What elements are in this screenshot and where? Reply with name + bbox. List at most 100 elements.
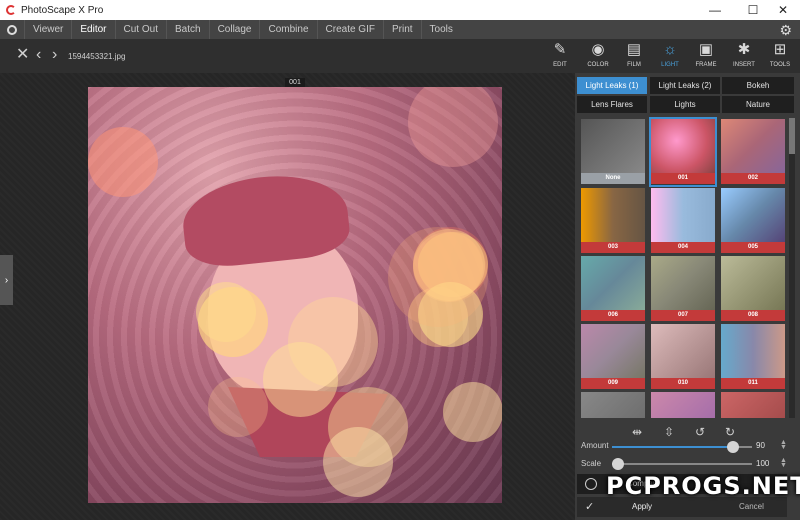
bokeh-light bbox=[208, 377, 268, 437]
light-icon: ☼ bbox=[663, 41, 677, 58]
apply-button[interactable]: Apply bbox=[632, 502, 652, 511]
menu-batch[interactable]: Batch bbox=[165, 20, 209, 39]
effect-thumb-007[interactable]: 007 bbox=[651, 256, 715, 322]
insert-icon: ✱ bbox=[737, 41, 751, 58]
thumbs-scrollbar[interactable] bbox=[789, 118, 795, 418]
tool-light[interactable]: ☼ LIGHT bbox=[652, 41, 688, 71]
menu-viewer[interactable]: Viewer bbox=[24, 20, 71, 39]
apply-bar: ✓ Apply Cancel bbox=[577, 497, 787, 517]
tool-insert[interactable]: ✱ INSERT bbox=[726, 41, 762, 71]
bokeh-light bbox=[263, 342, 338, 417]
thumb-label: 003 bbox=[581, 242, 645, 253]
bokeh-light bbox=[443, 382, 502, 442]
thumb-label: 005 bbox=[721, 242, 785, 253]
tool-edit-label: EDIT bbox=[553, 62, 567, 68]
menu-create-gif[interactable]: Create GIF bbox=[316, 20, 383, 39]
scale-stepper[interactable]: ▲ ▼ bbox=[780, 457, 787, 469]
photo-preview[interactable] bbox=[88, 87, 502, 503]
thumb-label: 001 bbox=[651, 173, 715, 184]
edit-icon: ✎ bbox=[553, 41, 567, 58]
minimize-button[interactable]: — bbox=[698, 0, 732, 20]
effect-thumb-002[interactable]: 002 bbox=[721, 119, 785, 185]
bokeh-light bbox=[88, 127, 158, 197]
scrollbar-thumb[interactable] bbox=[789, 118, 795, 154]
tab-lights[interactable]: Lights bbox=[650, 96, 720, 113]
close-image-icon[interactable]: ✕ bbox=[16, 47, 29, 63]
menu-print[interactable]: Print bbox=[382, 20, 421, 39]
previous-image-icon[interactable]: ‹ bbox=[36, 47, 41, 63]
menu-combine[interactable]: Combine bbox=[259, 20, 316, 39]
scale-slider-handle[interactable] bbox=[612, 458, 624, 470]
amount-value: 90 bbox=[756, 441, 765, 450]
maximize-button[interactable]: ☐ bbox=[736, 0, 770, 20]
effect-thumb-004[interactable]: 004 bbox=[651, 188, 715, 254]
flip-horizontal-icon[interactable]: ⇹ bbox=[632, 425, 642, 439]
cancel-button[interactable]: Cancel bbox=[739, 502, 764, 511]
tab-bokeh[interactable]: Bokeh bbox=[722, 77, 794, 94]
effect-thumb-010[interactable]: 010 bbox=[651, 324, 715, 390]
effect-thumb-003[interactable]: 003 bbox=[581, 188, 645, 254]
thumb-label: None bbox=[581, 173, 645, 184]
tool-tools[interactable]: ⊞ TOOLS bbox=[762, 41, 798, 71]
menu-cut-out[interactable]: Cut Out bbox=[114, 20, 166, 39]
tab-nature[interactable]: Nature bbox=[722, 96, 794, 113]
tool-frame[interactable]: ▣ FRAME bbox=[688, 41, 724, 71]
flip-vertical-icon[interactable]: ⇳ bbox=[664, 425, 674, 439]
menu-editor[interactable]: Editor bbox=[71, 20, 114, 39]
effect-thumb-partial[interactable] bbox=[581, 392, 645, 418]
tool-tools-label: TOOLS bbox=[769, 62, 791, 68]
window-title: PhotoScape X Pro bbox=[21, 4, 104, 16]
next-image-icon[interactable]: › bbox=[52, 47, 57, 63]
scale-label: Scale bbox=[581, 459, 602, 468]
amount-fill bbox=[612, 446, 732, 448]
effect-thumb-006[interactable]: 006 bbox=[581, 256, 645, 322]
tool-edit[interactable]: ✎ EDIT bbox=[542, 41, 578, 71]
effect-thumb-001[interactable]: 001 bbox=[649, 117, 717, 187]
thumb-label: 004 bbox=[651, 242, 715, 253]
thumb-label: 007 bbox=[651, 310, 715, 321]
tool-insert-label: INSERT bbox=[733, 62, 755, 68]
tab-light-leaks-2[interactable]: Light Leaks (2) bbox=[650, 77, 720, 94]
app-logo-icon bbox=[6, 5, 16, 15]
bokeh-light bbox=[196, 282, 256, 342]
frame-icon: ▣ bbox=[698, 41, 714, 58]
settings-gear-icon[interactable]: ⚙ bbox=[779, 22, 792, 39]
tool-frame-label: FRAME bbox=[695, 62, 717, 68]
amount-slider-handle[interactable] bbox=[727, 441, 739, 453]
tool-color[interactable]: ◉ COLOR bbox=[580, 41, 616, 71]
effect-thumb-partial[interactable] bbox=[651, 392, 715, 418]
thumb-label: 009 bbox=[581, 378, 645, 389]
thumb-label: 010 bbox=[651, 378, 715, 389]
tool-film-label: FILM bbox=[627, 62, 641, 68]
expand-sidebar-button[interactable]: › bbox=[0, 255, 13, 305]
home-icon bbox=[7, 24, 17, 35]
rotate-right-icon[interactable]: ↻ bbox=[725, 425, 735, 439]
thumb-label: 002 bbox=[721, 173, 785, 184]
effect-thumb-009[interactable]: 009 bbox=[581, 324, 645, 390]
effect-thumb-008[interactable]: 008 bbox=[721, 256, 785, 322]
bokeh-light bbox=[388, 227, 488, 327]
editor-toolbar: ✕ ‹ › 1594453321.jpg ✎ EDIT ◉ COLOR ▤ FI… bbox=[0, 39, 800, 73]
menu-bar: Viewer Editor Cut Out Batch Collage Comb… bbox=[0, 20, 800, 39]
tool-film[interactable]: ▤ FILM bbox=[616, 41, 652, 71]
close-button[interactable]: ✕ bbox=[766, 0, 800, 20]
effect-thumb-partial[interactable] bbox=[721, 392, 785, 418]
rotate-left-icon[interactable]: ↺ bbox=[695, 425, 705, 439]
menu-collage[interactable]: Collage bbox=[208, 20, 260, 39]
effect-thumb-005[interactable]: 005 bbox=[721, 188, 785, 254]
scale-value: 100 bbox=[756, 459, 770, 468]
thumb-label: 006 bbox=[581, 310, 645, 321]
tab-light-leaks-1[interactable]: Light Leaks (1) bbox=[577, 77, 647, 94]
check-icon: ✓ bbox=[585, 501, 595, 513]
tools-icon: ⊞ bbox=[773, 41, 787, 58]
menu-tools[interactable]: Tools bbox=[420, 20, 461, 39]
effect-thumb-none[interactable]: None bbox=[581, 119, 645, 185]
scale-track[interactable] bbox=[612, 463, 752, 465]
home-button[interactable] bbox=[0, 20, 24, 39]
tab-lens-flares[interactable]: Lens Flares bbox=[577, 96, 647, 113]
title-bar: PhotoScape X Pro — ☐ ✕ bbox=[0, 0, 800, 20]
amount-label: Amount bbox=[581, 441, 609, 450]
amount-stepper[interactable]: ▲ ▼ bbox=[780, 439, 787, 451]
effect-thumb-011[interactable]: 011 bbox=[721, 324, 785, 390]
file-name: 1594453321.jpg bbox=[68, 52, 126, 61]
